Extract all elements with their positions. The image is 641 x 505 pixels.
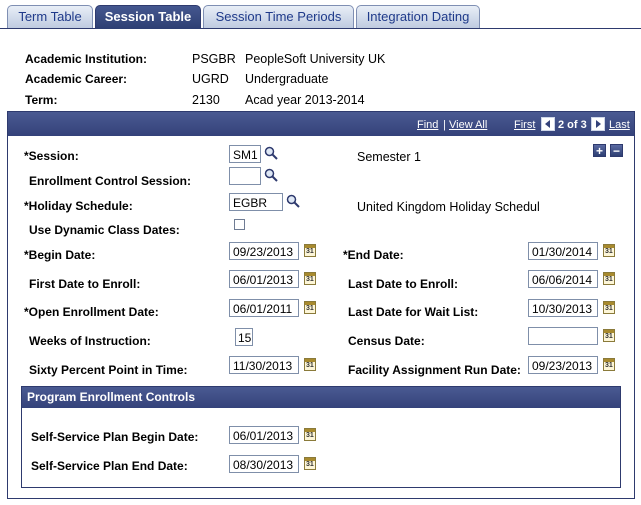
sixty-percent-point-calendar-icon[interactable]: 31 (304, 358, 316, 371)
use-dynamic-class-dates-checkbox[interactable] (234, 219, 245, 230)
last-date-to-enroll-input[interactable]: 06/06/2014 (528, 270, 598, 288)
facility-assignment-run-date-calendar-icon[interactable]: 31 (603, 358, 615, 371)
plan-begin-date-label: Self-Service Plan Begin Date: (31, 430, 199, 444)
view-all-link[interactable]: View All (449, 119, 487, 131)
session-description: Semester 1 (357, 150, 421, 164)
holiday-schedule-label: *Holiday Schedule: (24, 199, 133, 213)
last-date-wait-list-input[interactable]: 10/30/2013 (528, 299, 598, 317)
session-lookup-icon[interactable] (264, 146, 278, 160)
tab-session-time-periods[interactable]: Session Time Periods (203, 5, 354, 28)
open-enrollment-date-input[interactable]: 06/01/2011 (229, 299, 299, 317)
weeks-of-instruction-label: Weeks of Instruction: (29, 334, 151, 348)
holiday-schedule-description: United Kingdom Holiday Schedul (357, 200, 540, 214)
program-enrollment-controls-title: Program Enrollment Controls (22, 387, 620, 408)
scroll-nav-bar: Find | View All First 2 of 3 Last (8, 112, 634, 136)
tab-term-table-label: Term Table (18, 9, 82, 24)
tab-session-table-label: Session Table (104, 9, 192, 24)
institution-code: PSGBR (192, 52, 236, 66)
last-link[interactable]: Last (609, 119, 630, 131)
sixty-percent-point-label: Sixty Percent Point in Time: (29, 363, 188, 377)
holiday-schedule-lookup-icon[interactable] (286, 194, 300, 208)
term-code: 2130 (192, 93, 220, 107)
use-dynamic-class-dates-label: Use Dynamic Class Dates: (29, 223, 180, 237)
end-date-input[interactable]: 01/30/2014 (528, 242, 598, 260)
enrollment-control-session-input[interactable] (229, 167, 261, 185)
tab-integration-dating-label: Integration Dating (366, 9, 470, 24)
first-date-to-enroll-input[interactable]: 06/01/2013 (229, 270, 299, 288)
open-enrollment-date-label: *Open Enrollment Date: (24, 305, 159, 319)
begin-date-input[interactable]: 09/23/2013 (229, 242, 299, 260)
enrollment-control-session-label: Enrollment Control Session: (29, 174, 192, 188)
nav-separator: | (443, 119, 446, 131)
tab-session-table[interactable]: Session Table (95, 5, 201, 29)
begin-date-label: *Begin Date: (24, 248, 96, 262)
plan-begin-date-calendar-icon[interactable]: 31 (304, 428, 316, 441)
plan-begin-date-input[interactable]: 06/01/2013 (229, 426, 299, 444)
holiday-schedule-input[interactable]: EGBR (229, 193, 283, 211)
program-enrollment-controls-panel: Program Enrollment Controls Self-Service… (21, 386, 621, 488)
first-date-to-enroll-label: First Date to Enroll: (29, 277, 141, 291)
tab-session-time-periods-label: Session Time Periods (215, 9, 342, 24)
facility-assignment-run-date-input[interactable]: 09/23/2013 (528, 356, 598, 374)
census-date-input[interactable] (528, 327, 598, 345)
last-date-wait-list-calendar-icon[interactable]: 31 (603, 301, 615, 314)
tab-bar: Term Table Session Table Session Time Pe… (0, 0, 641, 29)
term-desc: Acad year 2013-2014 (245, 93, 365, 107)
facility-assignment-run-date-label: Facility Assignment Run Date: (348, 363, 521, 377)
session-panel: Find | View All First 2 of 3 Last + − *S… (7, 111, 635, 499)
first-date-to-enroll-calendar-icon[interactable]: 31 (304, 272, 316, 285)
end-date-label: *End Date: (343, 248, 404, 262)
career-code: UGRD (192, 72, 229, 86)
plan-end-date-calendar-icon[interactable]: 31 (304, 457, 316, 470)
term-label: Term: (25, 93, 58, 107)
open-enrollment-date-calendar-icon[interactable]: 31 (304, 301, 316, 314)
previous-arrow-icon[interactable] (541, 117, 555, 131)
begin-date-calendar-icon[interactable]: 31 (304, 244, 316, 257)
plan-end-date-label: Self-Service Plan End Date: (31, 459, 188, 473)
tab-term-table[interactable]: Term Table (7, 5, 93, 28)
plan-end-date-input[interactable]: 08/30/2013 (229, 455, 299, 473)
session-label: *Session: (24, 149, 79, 163)
last-date-to-enroll-label: Last Date to Enroll: (348, 277, 459, 291)
career-label: Academic Career: (25, 72, 128, 86)
end-date-calendar-icon[interactable]: 31 (603, 244, 615, 257)
last-date-to-enroll-calendar-icon[interactable]: 31 (603, 272, 615, 285)
weeks-of-instruction-input[interactable]: 15 (235, 328, 253, 346)
last-date-wait-list-label: Last Date for Wait List: (348, 305, 479, 319)
session-input[interactable]: SM1 (229, 145, 261, 163)
next-arrow-icon[interactable] (591, 117, 605, 131)
find-link[interactable]: Find (417, 119, 438, 131)
census-date-calendar-icon[interactable]: 31 (603, 329, 615, 342)
first-link[interactable]: First (514, 119, 535, 131)
census-date-label: Census Date: (348, 334, 425, 348)
row-position: 2 of 3 (558, 119, 587, 131)
career-desc: Undergraduate (245, 72, 329, 86)
institution-desc: PeopleSoft University UK (245, 52, 386, 66)
delete-row-button[interactable]: − (610, 144, 623, 157)
enrollment-control-lookup-icon[interactable] (264, 168, 278, 182)
tab-integration-dating[interactable]: Integration Dating (356, 5, 480, 28)
sixty-percent-point-input[interactable]: 11/30/2013 (229, 356, 299, 374)
add-row-button[interactable]: + (593, 144, 606, 157)
institution-label: Academic Institution: (25, 52, 148, 66)
